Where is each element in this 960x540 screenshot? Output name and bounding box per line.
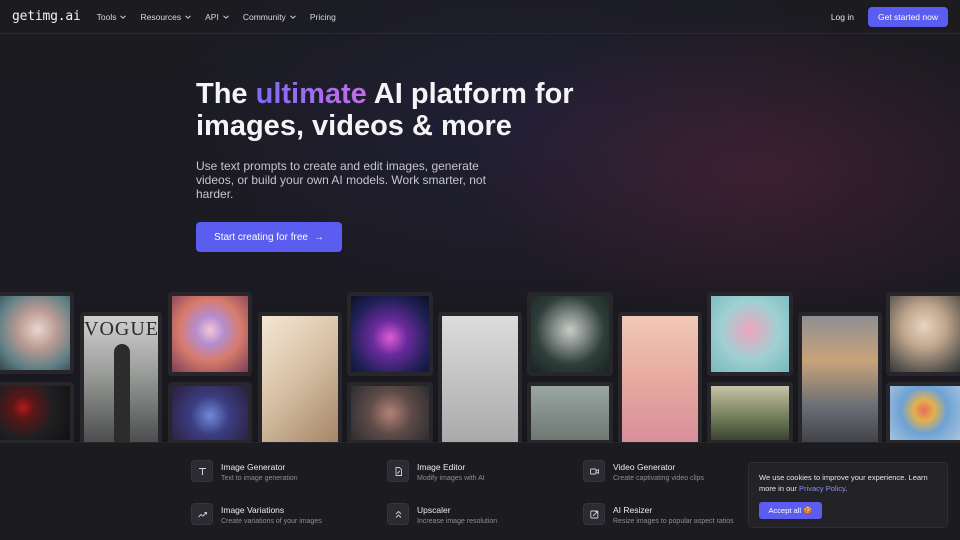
nav-label: Community — [242, 11, 286, 22]
file-edit-icon — [387, 460, 409, 482]
tool-title: Image Generator — [221, 462, 286, 472]
gallery-image-alien-head[interactable] — [527, 292, 613, 376]
gallery-image-balloon-tree[interactable] — [886, 382, 960, 442]
logo[interactable]: getimg.ai — [12, 9, 81, 24]
gallery-image-pink-dancer[interactable] — [707, 292, 793, 376]
tool-description: Create captivating video clips — [613, 475, 705, 482]
tool-title: Image Editor — [417, 462, 466, 472]
hero-title-pre: The — [196, 78, 256, 110]
resize-icon — [583, 503, 605, 525]
chevron-down-icon — [222, 14, 229, 19]
start-creating-button[interactable]: Start creating for free → — [196, 222, 342, 252]
hero-subtitle: Use text prompts to create and edit imag… — [196, 159, 486, 201]
nav-item-api[interactable]: API — [205, 12, 230, 22]
gallery-image-sketch-head[interactable] — [438, 312, 522, 442]
gallery-image-greenhouse[interactable] — [707, 382, 793, 442]
gallery-image-face-closeup[interactable] — [347, 382, 433, 442]
gallery-image-neon-figure[interactable] — [168, 382, 252, 442]
login-link[interactable]: Log in — [831, 12, 854, 22]
tool-description: Increase image resolution — [417, 518, 498, 525]
tool-description: Create variations of your images — [221, 518, 322, 525]
nav-label: Tools — [96, 11, 117, 22]
cookie-tail: . — [845, 483, 848, 493]
nav-item-community[interactable]: Community — [243, 12, 297, 22]
tool-description: Text to image generation — [221, 475, 298, 482]
chevron-down-icon — [120, 14, 127, 19]
top-navbar: getimg.ai Tools Resources API Community … — [0, 0, 960, 34]
gallery-image-android-woman[interactable] — [886, 292, 960, 376]
tool-title: AI Resizer — [613, 505, 653, 515]
accept-cookies-button[interactable]: Accept all 🍪 — [759, 502, 822, 519]
tool-ai-resizer[interactable]: AI Resizer Resize images to popular aspe… — [583, 503, 734, 525]
hero-title-highlight: ultimate — [255, 78, 367, 110]
gallery-image-woman-portrait[interactable] — [0, 292, 74, 374]
tool-image-variations[interactable]: Image Variations Create variations of yo… — [191, 503, 322, 525]
nav-label: Resources — [140, 11, 182, 22]
get-started-button[interactable]: Get started now — [867, 6, 948, 27]
chevron-down-icon — [289, 14, 296, 19]
tool-image-generator[interactable]: Image Generator Text to image generation — [191, 460, 298, 482]
tool-image-editor[interactable]: Image Editor Modify images with AI — [387, 460, 485, 482]
tool-description: Modify images with AI — [417, 475, 485, 482]
start-creating-label: Start creating for free — [214, 231, 308, 243]
nav-label: API — [205, 11, 219, 22]
nav-item-resources[interactable]: Resources — [140, 12, 192, 22]
video-camera-icon — [583, 460, 605, 482]
text-t-icon — [191, 460, 213, 482]
tool-title: Video Generator — [613, 462, 676, 472]
shuffle-icon — [191, 503, 213, 525]
gallery-image-bright-interior[interactable] — [258, 312, 342, 442]
nav-actions: Log in Get started now — [831, 6, 948, 27]
tool-title: Image Variations — [221, 505, 285, 515]
gallery-image-red-lens[interactable] — [0, 382, 74, 442]
tool-title: Upscaler — [417, 505, 451, 515]
cookie-message: We use cookies to improve your experienc… — [759, 473, 937, 494]
tool-description: Resize images to popular aspect ratios — [613, 518, 734, 525]
hero-title: The ultimate AI platform for images, vid… — [196, 78, 616, 142]
nav-item-pricing[interactable]: Pricing — [310, 12, 336, 22]
gallery-image-vogue-cover[interactable]: VOGUE — [80, 312, 162, 442]
tool-video-generator[interactable]: Video Generator Create captivating video… — [583, 460, 704, 482]
tool-upscaler[interactable]: Upscaler Increase image resolution — [387, 503, 497, 525]
image-gallery: VOGUE — [0, 286, 960, 442]
statue-figure — [114, 344, 130, 442]
gallery-image-astronaut[interactable] — [798, 312, 882, 442]
arrow-right-icon: → — [313, 231, 324, 243]
cookie-banner: We use cookies to improve your experienc… — [748, 462, 948, 528]
gallery-image-globe-landscape[interactable] — [168, 292, 252, 376]
nav-label: Pricing — [309, 11, 336, 22]
gallery-image-pink-room[interactable] — [618, 312, 702, 442]
vogue-text: VOGUE — [84, 318, 159, 340]
nav-item-tools[interactable]: Tools — [97, 12, 128, 22]
gallery-image-neon-robot[interactable] — [347, 292, 433, 376]
chevrons-up-icon — [387, 503, 409, 525]
chevron-down-icon — [185, 14, 191, 19]
gallery-image-foggy-figure[interactable] — [527, 382, 613, 442]
privacy-policy-link[interactable]: Privacy Policy — [799, 484, 845, 493]
